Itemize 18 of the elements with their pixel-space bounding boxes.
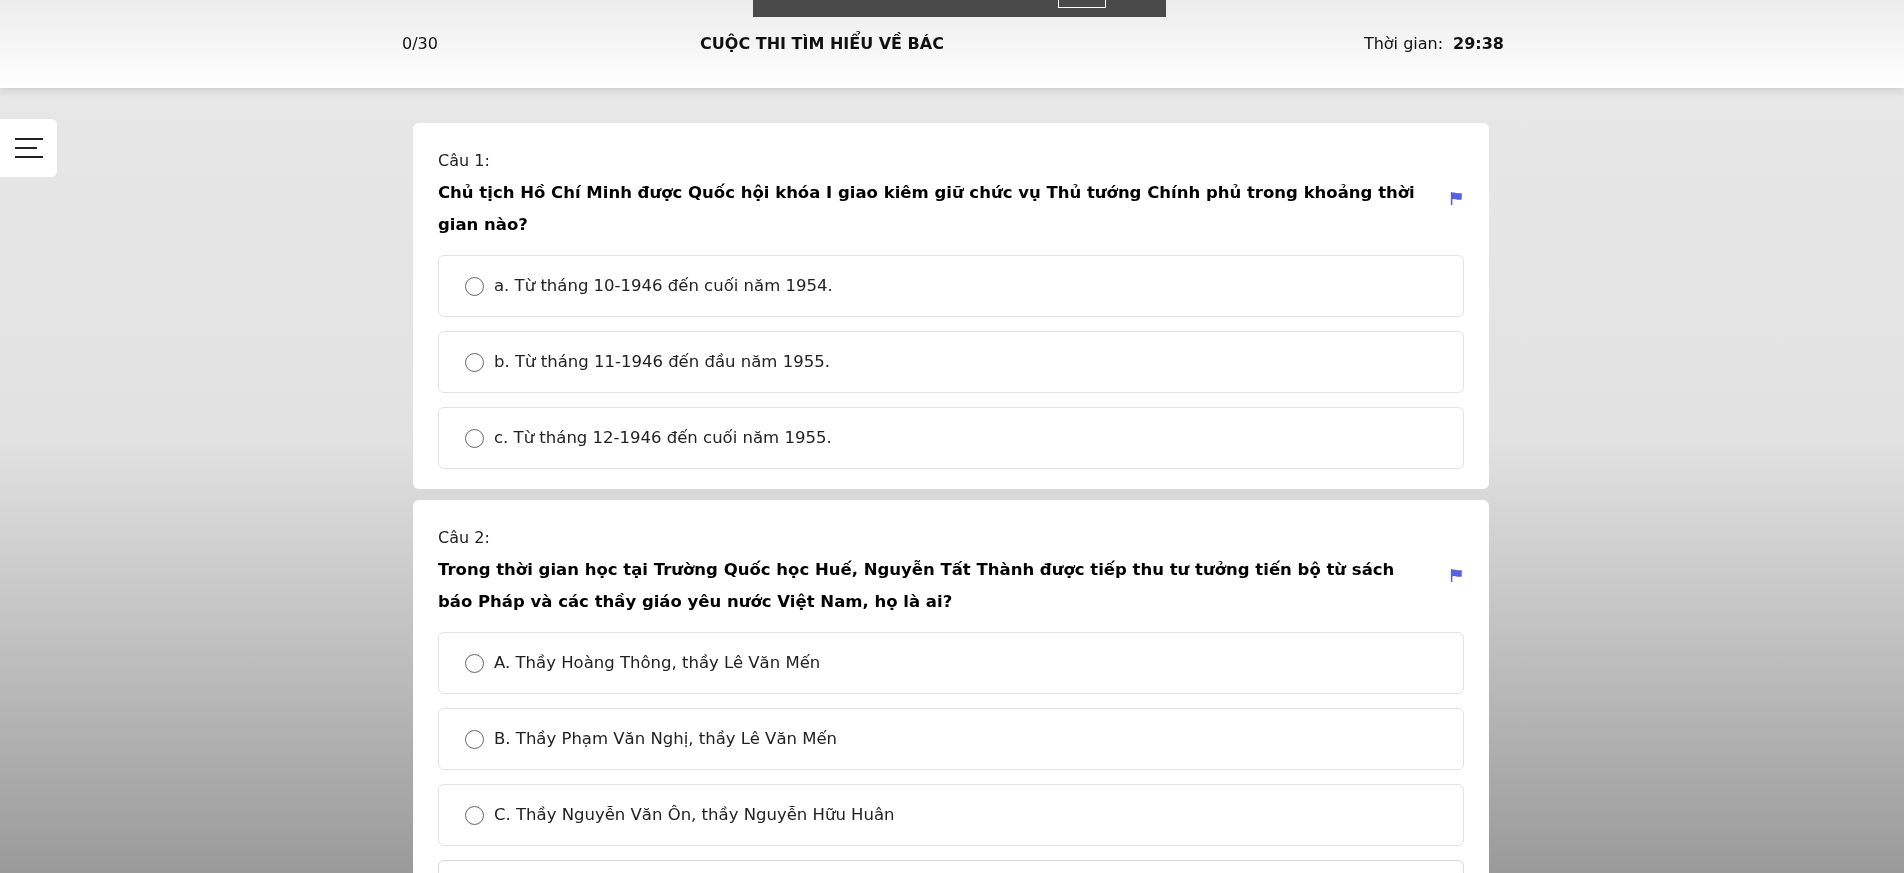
timer-label: Thời gian: (1363, 33, 1444, 55)
answer-option[interactable]: C. Thầy Nguyễn Văn Ôn, thầy Nguyễn Hữu Huân (438, 784, 1464, 846)
progress-counter: 0/30 (402, 33, 439, 55)
answer-option[interactable]: c. Từ tháng 12-1946 đến cuối năm 1955. (438, 407, 1464, 469)
answer-option[interactable]: A. Thầy Hoàng Thông, thầy Lê Văn Mến (438, 632, 1464, 694)
flag-icon[interactable] (1449, 568, 1464, 583)
question-text: Trong thời gian học tại Trường Quốc học Huế, Nguyễn Tất Thành được tiếp thu tư tưởng tiến bộ từ sách báo Pháp và các thầy giáo yêu nước Việt Nam, họ là ai? (438, 559, 1396, 613)
answer-option[interactable]: b. Từ tháng 11-1946 đến đầu năm 1955. (438, 331, 1464, 393)
question-number: Câu 1: (438, 150, 491, 172)
question-number: Câu 2: (438, 527, 491, 549)
page-title: CUỘC THI TÌM HIỂU VỀ BÁC (522, 32, 1122, 56)
question-text: Chủ tịch Hồ Chí Minh được Quốc hội khóa I giao kiêm giữ chức vụ Thủ tướng Chính phủ trong khoảng thời gian nào? (438, 182, 1416, 236)
answer-option[interactable]: B. Thầy Phạm Văn Nghị, thầy Lê Văn Mến (438, 708, 1464, 770)
menu-button[interactable] (0, 119, 57, 177)
answer-option[interactable]: a. Từ tháng 10-1946 đến cuối năm 1954. (438, 255, 1464, 317)
menu-icon[interactable] (13, 137, 44, 159)
flag-icon[interactable] (1449, 191, 1464, 206)
timer-value: 29:38 (1453, 33, 1504, 55)
